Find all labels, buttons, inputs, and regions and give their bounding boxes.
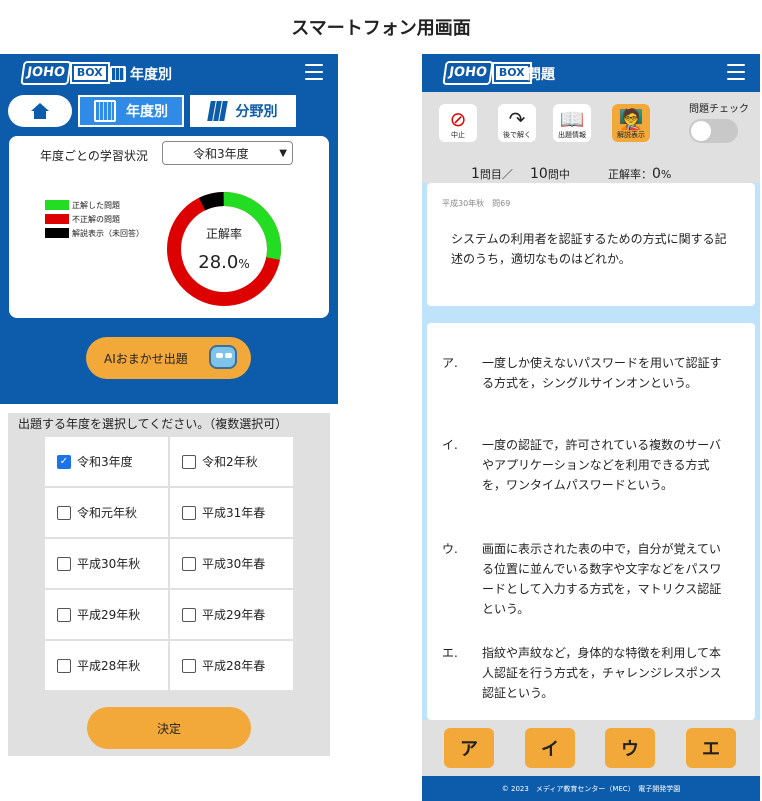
info-button[interactable]: 📖 出題情報 [553,104,591,142]
check-label: 問題チェック [689,104,749,115]
progress: 1問目／ [471,166,513,182]
redo-arrow-icon: ↷ [508,107,526,131]
decide-button[interactable]: 決定 [87,707,251,749]
book-icon: 📖 [559,107,585,131]
header: JOHO BOX 問題 [422,54,760,92]
books-icon [206,101,228,121]
teacher-icon: 🧑‍🏫 [618,107,644,131]
checkbox[interactable] [182,556,196,571]
legend-shown: 解説表示（未回答） [45,226,144,240]
donut-value: 28.0% [198,252,250,273]
checkbox[interactable] [57,607,71,622]
question-body: 平成30年秋 問69 システムの利用者を認証するための方式に関する記述のうち，適… [422,183,760,720]
answer-button-a[interactable]: ア [444,728,494,768]
chart-legend: 正解した問題 不正解の問題 解説表示（未回答） [45,198,144,240]
checkbox[interactable] [182,454,196,469]
study-status-card: 年度ごとの学習状況 令和3年度 ▼ 正解した問題 不正解の問題 解説表示（未回答… [9,136,329,318]
question-check-toggle[interactable] [689,119,738,143]
donut-label: 正解率 [205,227,242,241]
checkbox[interactable] [182,505,196,520]
page-title: スマートフォン用画面 [291,18,471,39]
johobox-logo[interactable]: JOHO BOX [442,60,532,86]
stop-button[interactable]: ⊘ 中止 [439,104,477,142]
answer-button-u[interactable]: ウ [605,728,655,768]
checkbox[interactable] [182,607,196,622]
menu-icon[interactable] [727,64,745,80]
year-screen: JOHO BOX 年度別 年度別 分野別 年度ごとの学習状況 令和3年度 ▼ 正… [0,54,338,801]
menu-icon[interactable] [305,64,323,80]
calendar-icon [110,66,126,82]
select-prompt: 出題する年度を選択してください。（複数選択可） [18,417,288,431]
answer-option: ア. 一度しか使えないパスワードを用いて認証する方式を，シングルサインオンという。 [442,356,722,390]
checkbox[interactable] [182,658,196,673]
legend-wrong: 不正解の問題 [45,212,144,226]
tab-year[interactable]: 年度別 [78,95,184,127]
johobox-logo[interactable]: JOHO BOX [20,60,110,86]
year-option[interactable]: ✓ 令和3年度 [45,437,168,486]
footer: © 2023 メディア教育センター（MEC） 電子開発学園 [422,776,760,801]
answer-option: エ. 指紋や声紋など，身体的な特徴を利用して本人認証を行う方式を，チャレンジレスポ… [442,646,722,700]
year-option[interactable]: 平成28年春 [170,641,293,690]
explain-button[interactable]: 🧑‍🏫 解説表示 [612,104,650,142]
summary-panel: 年度別 分野別 年度ごとの学習状況 令和3年度 ▼ 正解した問題 不正解の問題 … [0,92,338,404]
year-option[interactable]: 平成31年春 [170,488,293,537]
answers-card: ア. 一度しか使えないパスワードを用いて認証する方式を，シングルサインオンという。… [427,323,755,720]
question-card: 平成30年秋 問69 システムの利用者を認証するための方式に関する記述のうち，適… [427,183,755,306]
year-selection-panel: 出題する年度を選択してください。（複数選択可） ✓ 令和3年度 令和2年秋 令和元… [8,413,330,756]
answer-buttons: ア イ ウ エ [422,720,760,776]
checkbox[interactable] [57,658,71,673]
year-grid: ✓ 令和3年度 令和2年秋 令和元年秋 平成31年春 平成30年秋 平成30年春 … [45,437,293,690]
header-title: 年度別 [110,64,172,84]
calendar-icon [94,100,116,122]
home-button[interactable] [8,95,72,127]
header: JOHO BOX 年度別 [0,54,338,92]
home-icon [31,103,49,119]
accuracy-donut [167,192,281,306]
year-option[interactable]: 平成29年春 [170,590,293,639]
robot-icon [207,341,239,375]
answer-button-i[interactable]: イ [525,728,575,768]
question-text: システムの利用者を認証するための方式に関する記述のうち，適切なものはどれか。 [451,232,727,266]
header-title: 問題 [527,67,555,83]
legend-correct: 正解した問題 [45,198,144,212]
ai-quiz-button[interactable]: AIおまかせ出題 [86,337,251,379]
status-label: 年度ごとの学習状況 [40,149,148,163]
year-option[interactable]: 平成30年春 [170,539,293,588]
tab-field[interactable]: 分野別 [190,95,296,127]
stop-icon: ⊘ [449,107,467,131]
year-option[interactable]: 令和2年秋 [170,437,293,486]
year-option[interactable]: 令和元年秋 [45,488,168,537]
year-select[interactable]: 令和3年度 ▼ [162,141,293,165]
year-option[interactable]: 平成30年秋 [45,539,168,588]
answer-option: ウ. 画面に表示された表の中で，自分が覚えている位置に並んでいる数字や文字などをパ… [442,542,722,616]
later-button[interactable]: ↷ 後で解く [498,104,536,142]
answer-button-e[interactable]: エ [686,728,736,768]
checkbox-checked[interactable]: ✓ [57,454,71,469]
chevron-down-icon: ▼ [279,148,287,159]
checkbox[interactable] [57,556,71,571]
toolbar: ⊘ 中止 ↷ 後で解く 📖 出題情報 🧑‍🏫 解説表示 問題チェック 1問目／ … [422,92,760,183]
accuracy: 正解率：0% [608,166,672,182]
year-option[interactable]: 平成28年秋 [45,641,168,690]
total: 10問中 [530,166,570,182]
answer-option: イ. 一度の認証で，許可されている複数のサーバやアプリケーションなどを利用できる方… [442,438,722,492]
checkbox[interactable] [57,505,71,520]
question-screen: JOHO BOX 問題 ⊘ 中止 ↷ 後で解く 📖 出題情報 🧑‍🏫 解説表示 … [422,54,760,801]
question-meta: 平成30年秋 問69 [442,199,511,208]
year-option[interactable]: 平成29年秋 [45,590,168,639]
